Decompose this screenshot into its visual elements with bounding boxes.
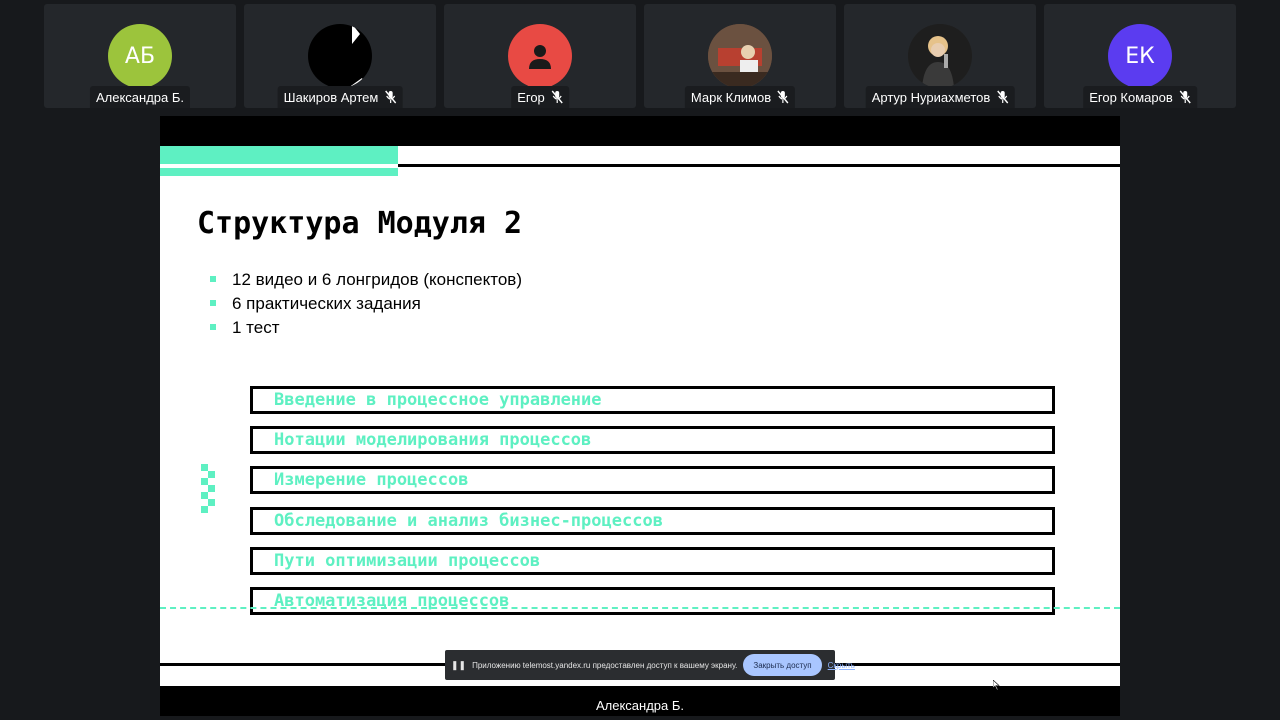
- participant-name: Артур Нуриахметов: [871, 89, 991, 105]
- bullet-list: 12 видео и 6 лонгридов (конспектов) 6 пр…: [210, 268, 522, 340]
- module-item: Измерение процессов: [250, 466, 1055, 495]
- mouse-cursor-icon: [993, 680, 1000, 690]
- top-rule: [398, 164, 1120, 167]
- hide-notice-link[interactable]: Скрыть: [828, 661, 855, 670]
- accent-bar: [160, 146, 398, 176]
- participant-nameplate: Артур Нуриахметов: [865, 86, 1015, 108]
- presentation-slide: Структура Модуля 2 12 видео и 6 лонгридо…: [160, 146, 1120, 686]
- module-item: Введение в процессное управление: [250, 386, 1055, 414]
- photo-avatar-icon: [708, 24, 772, 88]
- bullet-item: 12 видео и 6 лонгридов (конспектов): [210, 268, 522, 292]
- avatar-initials: АБ: [124, 43, 156, 69]
- avatar: [908, 24, 972, 88]
- mic-muted-icon: [996, 90, 1008, 104]
- participant-nameplate: Марк Климов: [684, 86, 796, 108]
- participant-tile[interactable]: ЕК Егор Комаров: [1044, 4, 1236, 108]
- participant-nameplate: Егор: [511, 86, 569, 108]
- module-item: Обследование и анализ бизнес-процессов: [250, 506, 1055, 535]
- participant-name: Александра Б.: [95, 89, 185, 105]
- participant-nameplate: Александра Б.: [89, 86, 191, 108]
- participant-tile[interactable]: Марк Климов: [644, 4, 836, 108]
- participant-name: Шакиров Артем: [283, 89, 379, 105]
- bullet-item: 1 тест: [210, 316, 522, 340]
- photo-avatar-icon: [908, 24, 972, 88]
- shared-screen: Структура Модуля 2 12 видео и 6 лонгридо…: [160, 116, 1120, 716]
- slide-title: Структура Модуля 2: [197, 206, 523, 241]
- bullet-item: 6 практических задания: [210, 292, 522, 316]
- mic-muted-icon: [384, 90, 396, 104]
- module-item: Пути оптимизации процессов: [250, 546, 1055, 575]
- accent-divider: [160, 164, 398, 168]
- participant-nameplate: Егор Комаров: [1083, 86, 1197, 108]
- avatar: [508, 24, 572, 88]
- participant-tile[interactable]: Егор: [444, 4, 636, 108]
- participant-nameplate: Шакиров Артем: [277, 86, 403, 108]
- participant-tile[interactable]: Шакиров Артем: [244, 4, 436, 108]
- avatar: [708, 24, 772, 88]
- participant-name: Марк Климов: [690, 89, 772, 105]
- participant-tile[interactable]: Артур Нуриахметов: [844, 4, 1036, 108]
- avatar: ЕК: [1108, 24, 1172, 88]
- avatar: АБ: [108, 24, 172, 88]
- module-item: Автоматизация процессов: [250, 586, 1055, 615]
- share-notice-message: Приложению telemost.yandex.ru предоставл…: [472, 660, 738, 670]
- avatar-initials: ЕК: [1125, 43, 1155, 69]
- module-item: Нотации моделирования процессов: [250, 426, 1055, 455]
- presenter-label: Александра Б.: [595, 698, 685, 713]
- screen-share-notice: ❚❚ Приложению telemost.yandex.ru предост…: [445, 650, 855, 680]
- participant-strip: АБ Александра Б. Шакиров Артем Егор Марк…: [44, 4, 1238, 108]
- avatar: [308, 24, 372, 88]
- mic-muted-icon: [1179, 90, 1191, 104]
- participant-name: Егор: [517, 89, 545, 105]
- person-icon: [529, 45, 551, 69]
- mic-muted-icon: [777, 90, 789, 104]
- participant-tile[interactable]: АБ Александра Б.: [44, 4, 236, 108]
- mic-muted-icon: [551, 90, 563, 104]
- dashed-divider: [160, 607, 1120, 609]
- participant-name: Егор Комаров: [1089, 89, 1173, 105]
- pause-icon: ❚❚: [451, 659, 467, 670]
- stop-sharing-button[interactable]: Закрыть доступ: [743, 654, 822, 676]
- module-list: Введение в процессное управление Нотации…: [250, 386, 1055, 627]
- photo-avatar-icon: [348, 24, 366, 88]
